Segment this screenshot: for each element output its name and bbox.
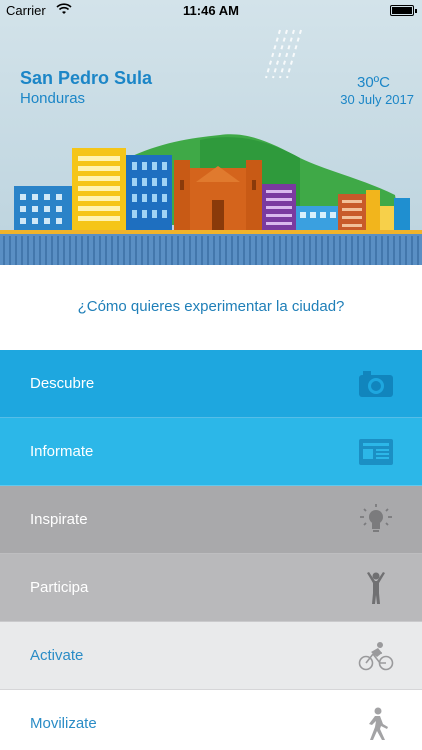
menu-item-participa[interactable]: Participa: [0, 554, 422, 622]
menu-item-label: Informate: [30, 443, 94, 460]
city-name: San Pedro Sula: [20, 68, 153, 88]
menu-item-label: Descubre: [30, 375, 95, 392]
status-bar: Carrier 11:46 AM: [0, 0, 422, 22]
city-header: San Pedro Sula Honduras 30ºC 30 July 201…: [0, 0, 422, 265]
experience-menu: Descubre Informate Inspirate Participa A…: [0, 350, 422, 750]
skyline-illustration: [0, 29, 422, 265]
cyclist-icon: [358, 642, 394, 671]
experience-prompt: ¿Cómo quieres experimentar la ciudad?: [77, 298, 345, 315]
walking-icon: [369, 707, 388, 740]
menu-item-movilizate[interactable]: Movilizate: [0, 690, 422, 750]
current-date: 30 July 2017: [340, 92, 414, 107]
camera-icon: [359, 371, 393, 397]
menu-item-label: Participa: [30, 579, 89, 596]
menu-item-activate[interactable]: Activate: [0, 622, 422, 690]
temperature: 30ºC: [357, 74, 390, 91]
newspaper-icon: [359, 439, 393, 465]
battery-icon: [390, 5, 417, 16]
menu-item-label: Activate: [30, 647, 84, 664]
country-name: Honduras: [20, 90, 86, 107]
menu-item-label: Inspirate: [30, 511, 88, 528]
lightbulb-icon: [360, 504, 392, 532]
rain-icon: [265, 29, 302, 79]
person-arms-up-icon: [367, 572, 385, 604]
menu-item-descubre[interactable]: Descubre: [0, 350, 422, 418]
menu-item-informate[interactable]: Informate: [0, 418, 422, 486]
menu-item-inspirate[interactable]: Inspirate: [0, 486, 422, 554]
status-time: 11:46 AM: [183, 3, 239, 18]
menu-item-label: Movilizate: [30, 715, 97, 732]
